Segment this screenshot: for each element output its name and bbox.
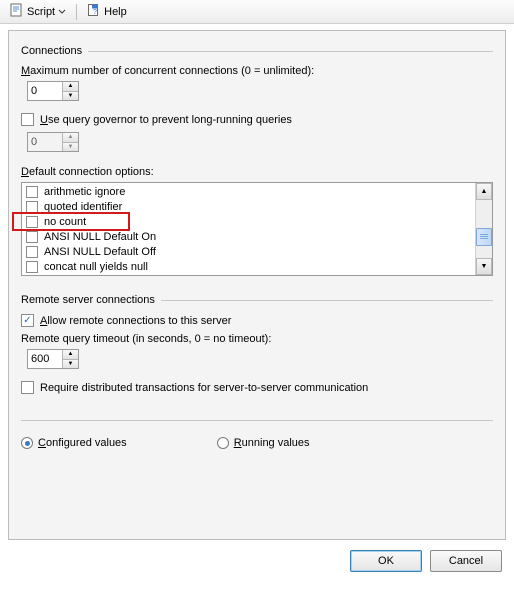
- default-options-listbox[interactable]: arithmetic ignore quoted identifier no c…: [21, 182, 493, 276]
- divider: [21, 420, 493, 421]
- configured-values-radio[interactable]: Configured values: [21, 437, 127, 449]
- dialog-footer: OK Cancel: [0, 540, 514, 572]
- dtc-label: Require distributed transactions for ser…: [40, 382, 368, 394]
- governor-value-input: [28, 133, 62, 151]
- radio-dot-icon: [21, 437, 33, 449]
- radio-dot-icon: [217, 437, 229, 449]
- governor-value-spinner: ▲▼: [27, 132, 79, 152]
- list-item[interactable]: concat null yields null: [22, 259, 475, 274]
- help-icon: ?: [87, 3, 101, 20]
- option-checkbox[interactable]: [26, 201, 38, 213]
- cancel-button[interactable]: Cancel: [430, 550, 502, 572]
- option-checkbox[interactable]: [26, 186, 38, 198]
- option-label: ANSI NULL Default On: [44, 231, 156, 243]
- connections-group-header: Connections: [21, 45, 493, 57]
- ok-button[interactable]: OK: [350, 550, 422, 572]
- allow-remote-checkbox[interactable]: ✓: [21, 314, 34, 327]
- svg-text:?: ?: [93, 9, 97, 16]
- running-label: Running values: [234, 437, 310, 449]
- help-label: Help: [104, 6, 127, 18]
- allow-remote-label: Allow remote connections to this server: [40, 315, 231, 327]
- spinner-buttons[interactable]: ▲▼: [62, 82, 78, 100]
- scroll-track[interactable]: [476, 200, 492, 258]
- option-checkbox[interactable]: [26, 261, 38, 273]
- list-item[interactable]: ANSI NULL Default Off: [22, 244, 475, 259]
- option-label: quoted identifier: [44, 201, 122, 213]
- max-connections-spinner[interactable]: ▲▼: [27, 81, 79, 101]
- option-checkbox[interactable]: [26, 216, 38, 228]
- timeout-input[interactable]: [28, 350, 62, 368]
- option-label: concat null yields null: [44, 261, 148, 273]
- help-button[interactable]: ? Help: [83, 2, 131, 21]
- timeout-spinner[interactable]: ▲▼: [27, 349, 79, 369]
- option-label: arithmetic ignore: [44, 186, 125, 198]
- divider: [88, 51, 493, 52]
- listbox-scrollbar[interactable]: ▲ ▼: [475, 183, 492, 275]
- configured-label: Configured values: [38, 437, 127, 449]
- script-label: Script: [27, 6, 55, 18]
- spinner-buttons: ▲▼: [62, 133, 78, 151]
- list-item[interactable]: arithmetic ignore: [22, 184, 475, 199]
- divider: [161, 300, 493, 301]
- scroll-thumb[interactable]: [476, 228, 492, 246]
- remote-title: Remote server connections: [21, 294, 155, 306]
- timeout-label: Remote query timeout (in seconds, 0 = no…: [21, 333, 493, 345]
- option-label: ANSI NULL Default Off: [44, 246, 156, 258]
- list-item[interactable]: quoted identifier: [22, 199, 475, 214]
- script-icon: [10, 3, 24, 20]
- dtc-checkbox[interactable]: [21, 381, 34, 394]
- max-connections-input[interactable]: [28, 82, 62, 100]
- scroll-up-button[interactable]: ▲: [476, 183, 492, 200]
- governor-checkbox[interactable]: [21, 113, 34, 126]
- main-panel: Connections Maximum number of concurrent…: [8, 30, 506, 540]
- list-item[interactable]: no count: [22, 214, 475, 229]
- script-button[interactable]: Script: [6, 2, 70, 21]
- option-checkbox[interactable]: [26, 231, 38, 243]
- governor-label: Use query governor to prevent long-runni…: [40, 114, 292, 126]
- toolbar-separator: [76, 4, 77, 20]
- toolbar: Script ? Help: [0, 0, 514, 24]
- chevron-down-icon: [58, 8, 66, 16]
- scroll-down-button[interactable]: ▼: [476, 258, 492, 275]
- list-item[interactable]: ANSI NULL Default On: [22, 229, 475, 244]
- remote-group-header: Remote server connections: [21, 294, 493, 306]
- spinner-buttons[interactable]: ▲▼: [62, 350, 78, 368]
- running-values-radio[interactable]: Running values: [217, 437, 310, 449]
- list-content: arithmetic ignore quoted identifier no c…: [22, 183, 475, 275]
- connections-title: Connections: [21, 45, 82, 57]
- values-radio-group: Configured values Running values: [21, 437, 493, 449]
- option-label: no count: [44, 216, 86, 228]
- default-options-label: Default connection options:: [21, 166, 493, 178]
- option-checkbox[interactable]: [26, 246, 38, 258]
- max-connections-label: Maximum number of concurrent connections…: [21, 65, 493, 77]
